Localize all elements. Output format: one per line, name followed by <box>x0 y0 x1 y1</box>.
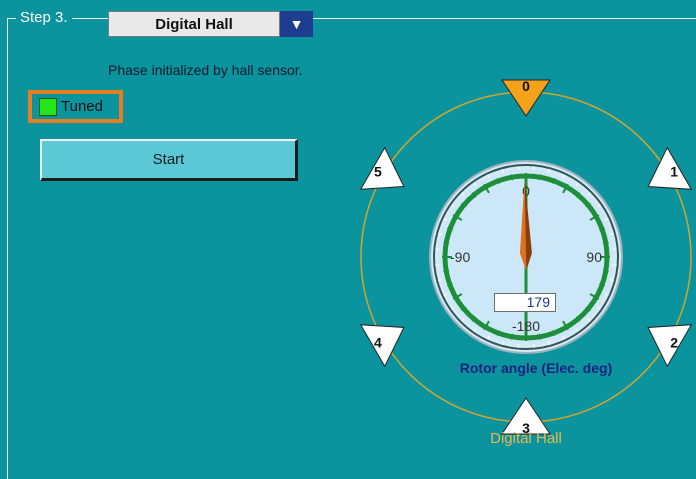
hall-sector-label-4: 4 <box>374 335 382 351</box>
hall-dial: 012345 0 90 -180 -90 Rotor angle (Elec. … <box>0 0 696 456</box>
hall-sector-label-5: 5 <box>374 164 382 180</box>
rotor-angle-title: Rotor angle (Elec. deg) <box>460 360 612 376</box>
hall-caption: Digital Hall <box>490 430 562 447</box>
hall-sector-label-1: 1 <box>670 164 678 180</box>
hall-sector-label-0: 0 <box>522 78 530 94</box>
tick-label-neg90: -90 <box>450 249 470 265</box>
hall-sector-label-2: 2 <box>670 335 678 351</box>
tick-label-90: 90 <box>586 249 602 265</box>
tick-label-neg180: -180 <box>512 318 540 334</box>
rotor-angle-readout: 179 <box>494 293 556 312</box>
